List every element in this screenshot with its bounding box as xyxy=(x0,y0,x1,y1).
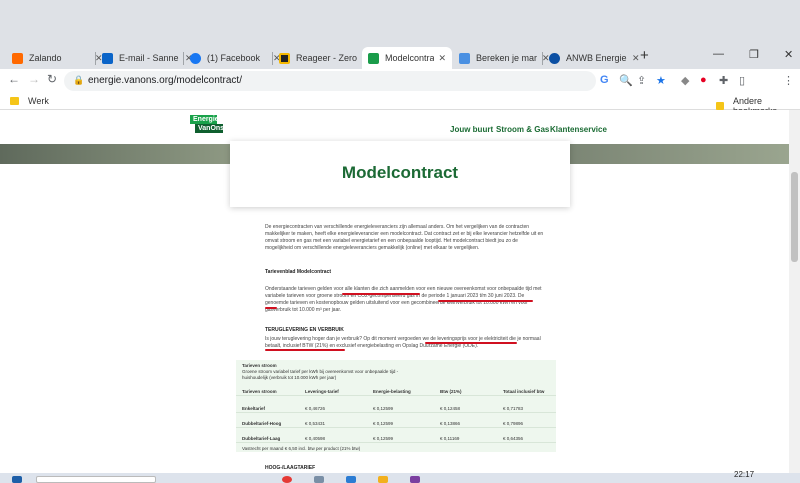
table-cell: € 0,40598 xyxy=(305,436,326,441)
zoom-icon[interactable]: 🔍 xyxy=(619,74,633,87)
table-cell: € 0,12458 xyxy=(440,406,461,411)
close-tab-icon[interactable]: ✕ xyxy=(438,53,446,64)
windows-taskbar: 22:17 xyxy=(0,470,800,483)
extensions-puzzle-icon[interactable]: ✚ xyxy=(719,74,728,87)
minimize-button[interactable]: — xyxy=(713,48,724,60)
table-cell: € 0,13866 xyxy=(440,421,461,426)
anwb-favicon-icon xyxy=(549,52,560,64)
header-cell: Tarieven stroom xyxy=(242,389,277,394)
menu-icon[interactable]: ⋮ xyxy=(783,74,794,87)
zero-favicon-icon xyxy=(279,52,290,64)
red-underline-1 xyxy=(342,293,420,295)
header-cell: Energie-belasting xyxy=(373,389,411,394)
lock-icon[interactable]: 🔒 xyxy=(73,75,84,86)
bookmarks-bar: Werk Andere bookmarks xyxy=(0,93,800,116)
back-icon[interactable]: ← xyxy=(8,72,20,86)
tariff-table: Tarieven stroom Groene stroom variabel t… xyxy=(236,360,556,452)
extension-icon[interactable]: ◆ xyxy=(681,74,689,87)
table-cell: € 0,79896 xyxy=(503,421,524,426)
teruglevering-heading: TERUGLEVERING EN VERBRUIK xyxy=(265,327,344,333)
taskbar-app-icon[interactable] xyxy=(346,476,356,483)
header-cell: Btw (21%) xyxy=(440,389,462,394)
red-underline-4 xyxy=(425,342,517,344)
tab-zalando[interactable]: Zalando ✕ xyxy=(6,47,109,69)
vanons-favicon-icon xyxy=(368,52,379,64)
pinterest-icon[interactable]: ● xyxy=(700,74,707,86)
tab-anwb[interactable]: ANWB Energie ✕ xyxy=(543,47,646,69)
table-cell: € 0,64356 xyxy=(503,436,524,441)
table-footnote: Vastrecht per maand € 6,50 incl. btw per… xyxy=(242,446,361,451)
tab-modelcontract[interactable]: Modelcontract✕ xyxy=(362,47,452,69)
table-row-label: Dubbeltarief-Hoog xyxy=(242,421,282,426)
header-cell: Totaal inclusief btw xyxy=(503,389,545,394)
facebook-favicon-icon xyxy=(190,52,201,64)
folder-icon xyxy=(10,97,19,105)
start-icon[interactable] xyxy=(12,476,22,483)
table-row-label: Dubbeltarief-Laag xyxy=(242,436,281,441)
red-underline-3 xyxy=(265,307,277,309)
taskbar-app-icon[interactable] xyxy=(314,476,324,483)
table-cell: € 0,12599 xyxy=(373,421,394,426)
folder-icon xyxy=(716,102,724,110)
site-logo[interactable]: Energie VanOns xyxy=(190,115,224,133)
nav-jouw-buurt[interactable]: Jouw buurt xyxy=(450,125,493,134)
table-cell: € 0,53431 xyxy=(305,421,326,426)
taskbar-clock: 22:17 xyxy=(734,470,755,479)
close-tab-icon[interactable]: ✕ xyxy=(632,53,640,64)
title-card: Modelcontract xyxy=(230,141,570,207)
table-row-label: Enkeltarief xyxy=(242,406,266,411)
close-window-button[interactable]: ✕ xyxy=(784,48,793,61)
taskbar-app-icon[interactable] xyxy=(410,476,420,483)
share-icon[interactable]: ⇪ xyxy=(637,74,646,87)
table-cell: € 0,12599 xyxy=(373,406,394,411)
header-cell: Leverings-tarief xyxy=(305,389,339,394)
restore-button[interactable]: ❐ xyxy=(749,48,759,61)
table-subcaption: Groene stroom variabel tarief per kWh bi… xyxy=(242,369,399,380)
outlook-favicon-icon xyxy=(102,52,113,64)
forward-icon[interactable]: → xyxy=(28,72,40,86)
tab-reageer[interactable]: Reageer - Zero✕ xyxy=(273,47,376,69)
row-divider xyxy=(236,442,556,443)
calculator-favicon-icon xyxy=(459,52,470,64)
row-divider xyxy=(236,427,556,428)
red-underline-2 xyxy=(438,300,533,302)
nav-klantenservice[interactable]: Klantenservice xyxy=(550,125,607,134)
reload-icon[interactable]: ↻ xyxy=(47,72,57,86)
nav-stroom-gas[interactable]: Stroom & Gas xyxy=(496,125,549,134)
bookmark-folder-werk[interactable]: Werk xyxy=(10,96,49,106)
bookmark-star-icon[interactable]: ★ xyxy=(656,74,666,87)
web-page: Energie VanOns Jouw buurt Stroom & Gas K… xyxy=(0,110,789,473)
url-text[interactable]: energie.vanons.org/modelcontract/ xyxy=(88,75,242,86)
table-cell: € 0,71783 xyxy=(503,406,524,411)
tab-bereken[interactable]: Bereken je mar ✕ xyxy=(453,47,556,69)
new-tab-button[interactable]: + xyxy=(640,47,649,64)
table-cell: € 0,11169 xyxy=(440,436,460,441)
page-scrollbar[interactable] xyxy=(789,110,800,473)
address-bar[interactable]: 🔒 energie.vanons.org/modelcontract/ xyxy=(64,71,596,91)
row-divider xyxy=(236,412,556,413)
browser-tab-strip: Zalando ✕ E-mail - Sanne ✕ (1) Facebook ✕ R… xyxy=(0,0,800,69)
tarieven-heading: Tarievenblad Modelcontract xyxy=(265,269,332,275)
table-cell: € 0,12599 xyxy=(373,436,394,441)
side-panel-icon[interactable]: ▯ xyxy=(739,74,745,87)
table-caption: Tarieven stroom xyxy=(242,363,277,368)
row-divider xyxy=(236,395,556,396)
taskbar-search[interactable] xyxy=(36,476,156,483)
zalando-favicon-icon xyxy=(12,52,23,64)
next-section-heading: HOOG-/LAAGTARIEF xyxy=(265,465,316,471)
table-cell: € 0,46726 xyxy=(305,406,326,411)
scrollbar-thumb[interactable] xyxy=(791,172,798,262)
page-title: Modelcontract xyxy=(341,163,459,182)
red-underline-5 xyxy=(265,349,345,351)
chrome-taskbar-icon[interactable] xyxy=(282,476,292,483)
intro-text: De energiecontracten van verschillende e… xyxy=(265,224,544,251)
explorer-taskbar-icon[interactable] xyxy=(378,476,388,483)
google-icon[interactable]: G xyxy=(600,74,609,86)
browser-toolbar: ← → ↻ 🔒 energie.vanons.org/modelcontract… xyxy=(0,69,800,157)
